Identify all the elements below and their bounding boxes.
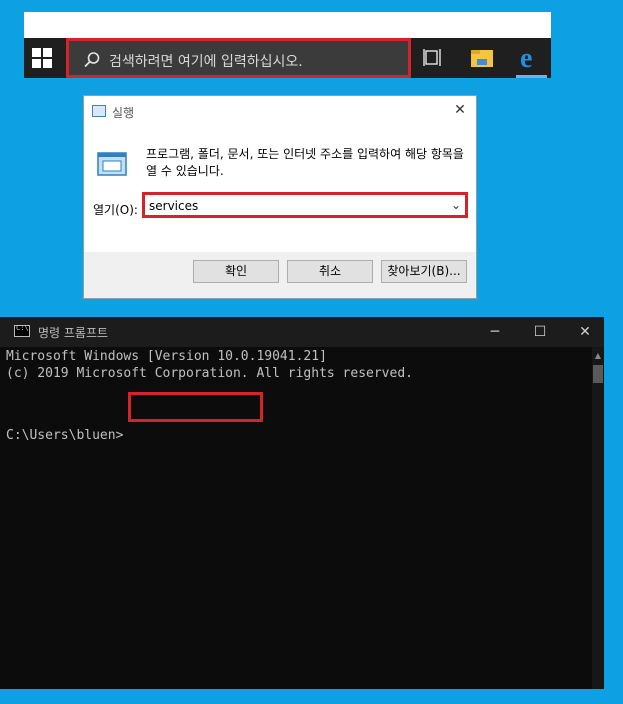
- file-explorer-icon[interactable]: [470, 47, 494, 69]
- run-program-icon: [97, 152, 127, 176]
- cmd-window: 명령 프롬프트 ─ ☐ ✕ Microsoft Windows [Version…: [0, 317, 604, 689]
- start-button[interactable]: [32, 48, 52, 68]
- run-app-icon: [92, 105, 106, 117]
- console-line: (c) 2019 Microsoft Corporation. All righ…: [6, 366, 413, 381]
- taskbar-screenshot: 검색하려면 여기에 입력하십시오. e: [24, 12, 551, 78]
- close-icon[interactable]: ✕: [570, 321, 600, 343]
- open-input-value: services: [149, 199, 199, 213]
- search-box[interactable]: 검색하려면 여기에 입력하십시오.: [66, 38, 411, 78]
- browse-button[interactable]: 찾아보기(B)...: [381, 260, 467, 283]
- run-body: 프로그램, 폴더, 문서, 또는 인터넷 주소를 입력하여 해당 항목을 열 수…: [84, 128, 476, 252]
- chevron-down-icon[interactable]: ⌄: [451, 198, 461, 212]
- ok-button[interactable]: 확인: [193, 260, 279, 283]
- search-icon: [84, 52, 100, 68]
- run-titlebar[interactable]: 실행 ✕: [84, 96, 476, 128]
- cancel-button[interactable]: 취소: [287, 260, 373, 283]
- maximize-icon[interactable]: ☐: [525, 321, 555, 343]
- cmd-app-icon: [14, 324, 30, 337]
- scroll-up-icon[interactable]: ▲: [592, 349, 604, 363]
- cmd-title: 명령 프롬프트: [38, 326, 109, 340]
- console-prompt: C:\Users\bluen>: [6, 428, 124, 443]
- active-app-indicator: [516, 75, 547, 78]
- cmd-titlebar[interactable]: 명령 프롬프트 ─ ☐ ✕: [0, 317, 604, 347]
- close-icon[interactable]: ✕: [450, 100, 470, 120]
- edge-icon: e: [520, 43, 533, 74]
- run-title: 실행: [112, 106, 135, 120]
- edge-button[interactable]: e: [512, 38, 551, 78]
- scroll-thumb[interactable]: [593, 365, 603, 383]
- run-description: 프로그램, 폴더, 문서, 또는 인터넷 주소를 입력하여 해당 항목을 열 수…: [146, 147, 464, 178]
- cmd-console[interactable]: Microsoft Windows [Version 10.0.19041.21…: [6, 347, 592, 689]
- minimize-icon[interactable]: ─: [480, 321, 510, 343]
- run-dialog: 실행 ✕ 프로그램, 폴더, 문서, 또는 인터넷 주소를 입력하여 해당 항목…: [83, 95, 477, 299]
- run-footer: 확인 취소 찾아보기(B)...: [84, 252, 476, 298]
- open-input[interactable]: services ⌄: [142, 192, 468, 218]
- search-placeholder: 검색하려면 여기에 입력하십시오.: [109, 54, 303, 70]
- cmd-scrollbar[interactable]: ▲: [592, 347, 604, 689]
- taskbar: 검색하려면 여기에 입력하십시오. e: [24, 38, 551, 78]
- command-input-highlight[interactable]: [128, 392, 263, 422]
- task-view-icon[interactable]: [422, 47, 444, 69]
- open-label: 열기(O):: [93, 203, 138, 217]
- console-line: Microsoft Windows [Version 10.0.19041.21…: [6, 349, 327, 364]
